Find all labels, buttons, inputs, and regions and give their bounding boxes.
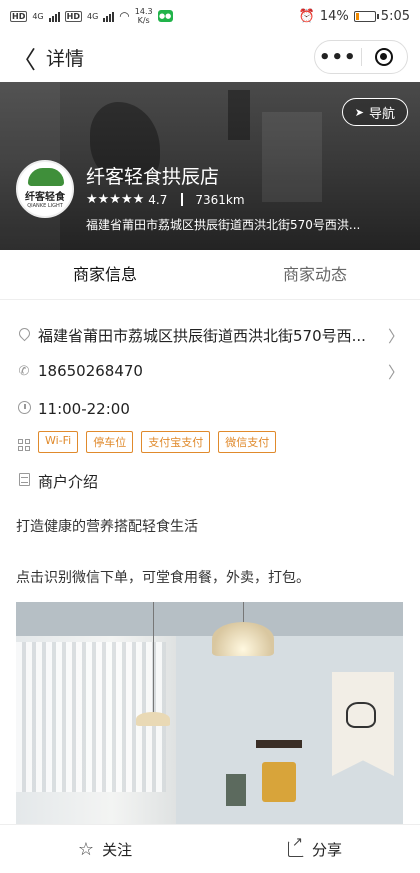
shop-address: 福建省莆田市荔城区拱辰街道西洪北街570号西洪... <box>86 218 361 232</box>
photo-wall-sign <box>226 774 246 806</box>
shop-interior-photo[interactable] <box>16 602 403 824</box>
bottom-action-bar: ☆ 关注 分享 <box>0 824 420 873</box>
star-rating-icon: ★★★★★ <box>86 192 145 207</box>
rating-value: 4.7 <box>148 192 168 207</box>
battery-percent: 14% <box>319 8 349 24</box>
facility-tags: Wi-Fi 停车位 支付宝支付 微信支付 <box>38 431 277 453</box>
shop-banner: ➤ 导航 纤客轻食 QIANKE LIGHT 纤客轻食拱辰店 ★★★★★ 4.7… <box>0 82 420 250</box>
intro-title: 商户介绍 <box>38 472 99 491</box>
photo-banner-drawing <box>346 702 376 728</box>
miniprogram-capsule: ••• <box>314 40 408 74</box>
address-value: 福建省莆田市荔城区拱辰街道西洪北街570号西... <box>38 326 366 345</box>
photo-ceiling <box>16 602 403 636</box>
facility-tag: 支付宝支付 <box>141 431 211 453</box>
navigation-arrow-icon: ➤ <box>354 105 364 119</box>
document-icon <box>16 472 32 490</box>
network-label-1: 4G <box>32 11 44 21</box>
facility-tag: 停车位 <box>86 431 134 453</box>
facilities-row: Wi-Fi 停车位 支付宝支付 微信支付 <box>0 430 420 454</box>
battery-level <box>355 12 359 20</box>
intro-header-row: 商户介绍 <box>0 468 420 494</box>
chevron-right-icon: 〉 <box>387 363 404 382</box>
hd-badge-2: HD <box>64 10 82 22</box>
close-miniprogram-button[interactable] <box>362 48 408 66</box>
chevron-right-icon: 〉 <box>387 327 404 346</box>
battery-icon <box>353 10 379 22</box>
facility-tag: Wi-Fi <box>38 431 79 453</box>
star-icon: ☆ <box>77 838 95 860</box>
photo-lamp-cord <box>153 602 154 714</box>
share-icon <box>287 835 304 857</box>
banner-decor <box>228 90 250 140</box>
clock-icon <box>16 400 32 418</box>
photo-pendant-lamp <box>212 622 274 656</box>
phone-row[interactable]: ✆ 18650268470 〉 <box>0 358 420 384</box>
wechat-notification-icon: ●● <box>157 10 173 22</box>
more-icon[interactable]: ••• <box>315 47 361 68</box>
share-button[interactable]: 分享 <box>210 825 420 873</box>
facility-tag: 微信支付 <box>218 431 277 453</box>
tab-shop-info[interactable]: 商家信息 <box>0 250 210 299</box>
tab-bar: 商家信息 商家动态 <box>0 250 420 300</box>
clock-time: 5:05 <box>380 8 410 24</box>
navigate-label: 导航 <box>368 106 395 122</box>
hours-row: 11:00-22:00 <box>0 396 420 422</box>
nav-bar: 〈 详情 ••• <box>0 32 420 82</box>
rating-divider <box>181 193 184 206</box>
navigate-button[interactable]: ➤ 导航 <box>341 98 408 126</box>
address-row[interactable]: 福建省莆田市荔城区拱辰街道西洪北街570号西... 〉 <box>0 322 420 348</box>
signal-icon-2 <box>103 11 115 22</box>
share-label: 分享 <box>311 840 342 859</box>
wifi-icon: ◠ <box>119 9 130 23</box>
alarm-icon: ⏰ <box>298 8 315 24</box>
rating-row: ★★★★★ 4.7 7361km <box>86 192 245 207</box>
shop-name: 纤客轻食拱辰店 <box>86 166 220 188</box>
intro-text: 打造健康的营养搭配轻食生活 <box>16 519 198 535</box>
follow-label: 关注 <box>102 840 133 859</box>
logo-graphic <box>28 168 64 186</box>
network-label-2: 4G <box>86 11 99 21</box>
status-bar: HD 4G HD 4G ◠ 14.3 K/s ●● ⏰ 14% 5:05 <box>0 0 420 32</box>
tab-shop-updates[interactable]: 商家动态 <box>210 250 420 299</box>
phone-value: 18650268470 <box>38 362 143 380</box>
logo-text: 纤客轻食 <box>25 192 65 203</box>
intro-text: 点击识别微信下单，可堂食用餐，外卖，打包。 <box>16 570 310 586</box>
distance: 7361km <box>195 192 245 207</box>
location-pin-icon <box>16 325 32 343</box>
phone-icon: ✆ <box>18 363 30 379</box>
follow-button[interactable]: ☆ 关注 <box>0 825 210 873</box>
logo-subtext: QIANKE LIGHT <box>27 203 63 209</box>
hd-badge: HD <box>10 10 28 22</box>
shop-logo: 纤客轻食 QIANKE LIGHT <box>16 160 74 218</box>
photo-lamp-cord <box>243 602 244 624</box>
photo-wall-rack <box>256 740 302 748</box>
hours-value: 11:00-22:00 <box>38 400 130 418</box>
net-speed-value: 14.3 <box>134 7 153 16</box>
target-icon <box>375 48 394 66</box>
grid-icon <box>16 433 32 451</box>
signal-icon <box>48 11 60 22</box>
photo-pendant-lamp <box>136 712 170 726</box>
net-speed: 14.3 K/s <box>135 7 153 25</box>
back-icon[interactable]: 〈 <box>12 40 40 75</box>
photo-hanging-basket <box>262 762 296 802</box>
net-speed-unit: K/s <box>137 16 150 25</box>
banner-frame <box>262 112 322 202</box>
page-title: 详情 <box>46 47 85 70</box>
